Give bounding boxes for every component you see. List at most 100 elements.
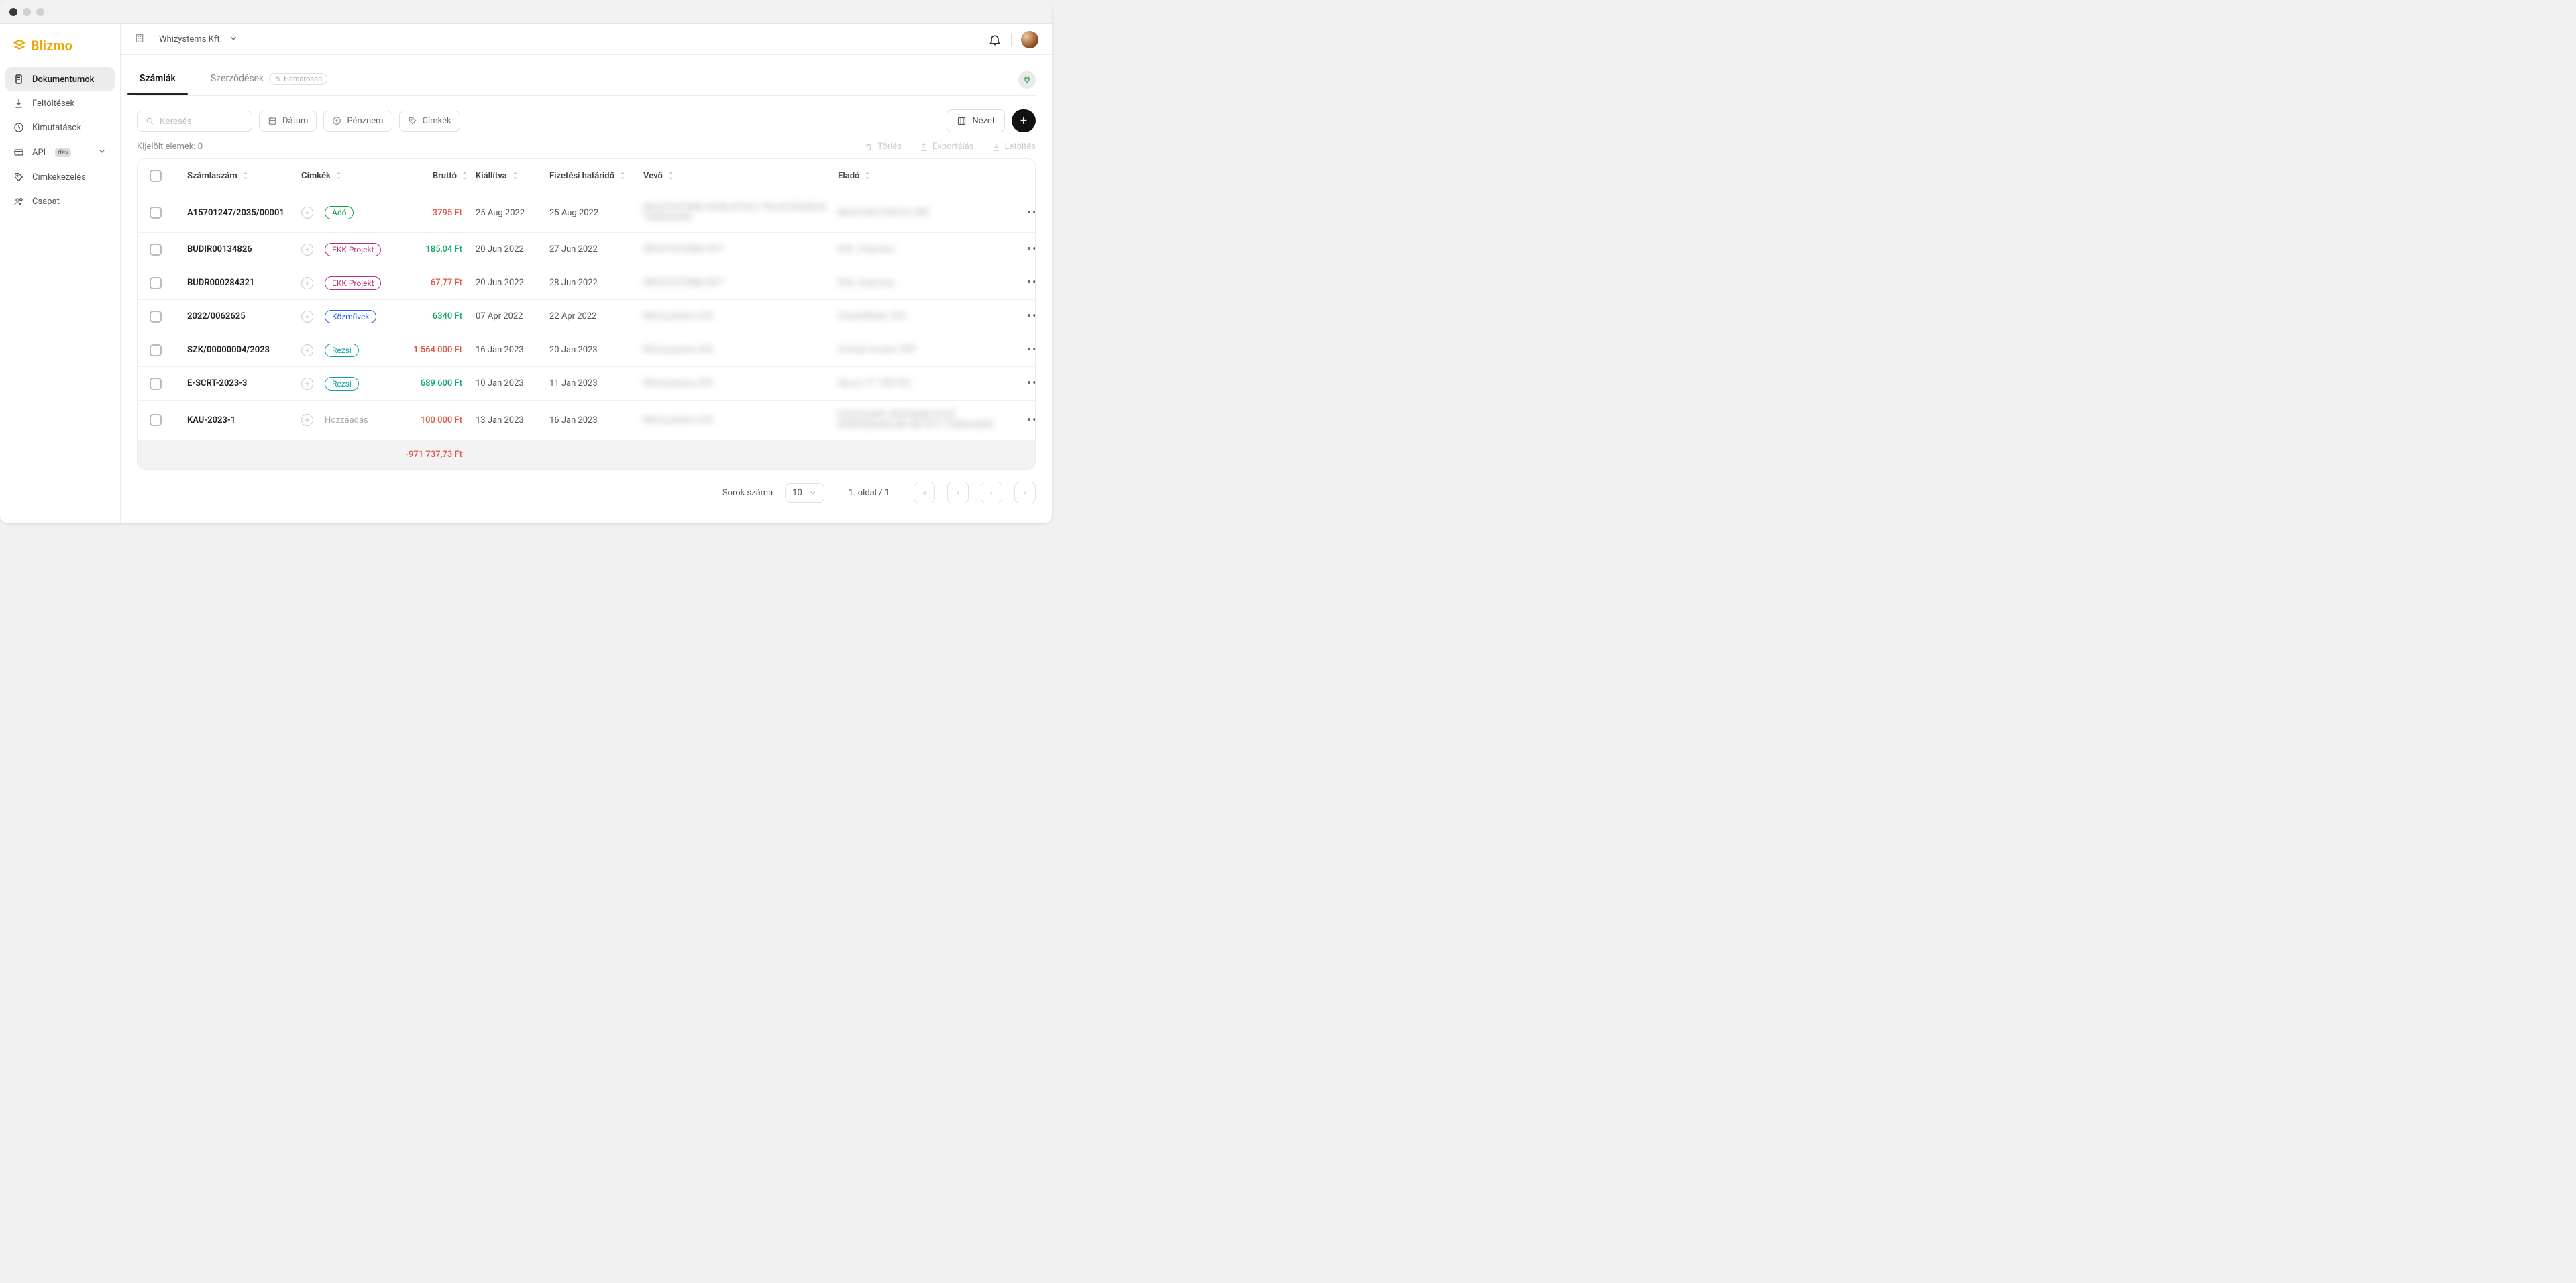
content: Számlák SzerződésekHamarosan Dátum	[121, 55, 1052, 523]
col-cimkek[interactable]: Címkék	[301, 171, 390, 181]
col-brutto[interactable]: Bruttó	[396, 171, 469, 181]
export-icon	[919, 142, 928, 152]
seller-name: DHL Express	[838, 278, 1012, 288]
sidebar-item-címkekezelés[interactable]: Címkekezelés	[5, 165, 115, 189]
row-menu-button[interactable]: •••	[1019, 376, 1036, 391]
tag-pill[interactable]: Rezsi	[325, 344, 359, 357]
add-label-button[interactable]: +	[301, 311, 313, 323]
tag-pill[interactable]: EKK Projekt	[325, 276, 381, 290]
row-checkbox[interactable]	[150, 207, 162, 219]
upload-icon	[13, 98, 24, 109]
tag-pill[interactable]: Közművek	[325, 310, 376, 323]
labels-cell: + Közművek	[301, 310, 390, 323]
col-vevo[interactable]: Vevő	[643, 171, 831, 181]
row-checkbox[interactable]	[150, 344, 162, 356]
labels-cell: + EKK Projekt	[301, 243, 390, 256]
sidebar-item-label: Dokumentumok	[32, 74, 94, 85]
tag-pill[interactable]: Rezsi	[325, 377, 359, 391]
sort-icon	[461, 172, 469, 180]
app-window: Blizmo Dokumentumok FeltöltésekKimutatáso…	[0, 0, 1052, 523]
export-action[interactable]: Exportálás	[919, 142, 974, 152]
row-checkbox[interactable]	[150, 378, 162, 390]
labels-cell: + Rezsi	[301, 377, 390, 391]
table-row[interactable]: 2022/0062625+Közművek6340 Ft07 Apr 20222…	[138, 300, 1035, 333]
page-next[interactable]: ›	[981, 482, 1002, 503]
due-date: 25 Aug 2022	[549, 208, 637, 218]
invoice-number: BUDR000284321	[187, 278, 294, 288]
tab-szerződések[interactable]: SzerződésekHamarosan	[208, 73, 330, 94]
gross-amount: 6340 Ft	[396, 311, 469, 321]
add-button[interactable]: +	[1012, 109, 1036, 132]
add-label-button[interactable]: +	[301, 344, 313, 356]
add-label-button[interactable]: +	[301, 244, 313, 256]
sidebar-item-api[interactable]: APIdev	[5, 140, 115, 165]
filter-labels[interactable]: Címkék	[399, 111, 460, 132]
user-avatar[interactable]	[1021, 31, 1038, 48]
download-action[interactable]: Letöltés	[991, 142, 1036, 152]
add-label-button[interactable]: +	[301, 414, 313, 426]
col-hatarido[interactable]: Fizetési határidő	[549, 171, 637, 181]
sidebar-item-dokumentumok[interactable]: Dokumentumok	[5, 67, 115, 91]
view-button[interactable]: Nézet	[947, 109, 1005, 132]
sidebar-item-kimutatások[interactable]: Kimutatások	[5, 115, 115, 140]
tag-pill[interactable]: EKK Projekt	[325, 243, 381, 256]
col-elado[interactable]: Eladó	[838, 171, 1012, 181]
row-menu-button[interactable]: •••	[1019, 206, 1036, 220]
chevron-down-icon	[809, 489, 817, 497]
add-label-button[interactable]: +	[301, 207, 313, 219]
row-menu-button[interactable]: •••	[1019, 309, 1036, 323]
invoice-number: SZK/00000004/2023	[187, 345, 294, 355]
table-row[interactable]: BUDIR00134826+EKK Projekt185,04 Ft20 Jun…	[138, 233, 1035, 266]
window-close-dot[interactable]	[9, 8, 17, 16]
add-label-button[interactable]: +	[301, 277, 313, 289]
bell-icon	[988, 33, 1002, 46]
sidebar-item-feltöltések[interactable]: Feltöltések	[5, 91, 115, 115]
search-input[interactable]	[160, 116, 244, 126]
row-menu-button[interactable]: •••	[1019, 242, 1036, 256]
window-min-dot[interactable]	[23, 8, 31, 16]
notifications-button[interactable]	[988, 33, 1002, 46]
row-checkbox[interactable]	[150, 277, 162, 289]
table-row[interactable]: A15701247/2035/00001+Adó3795 Ft25 Aug 20…	[138, 193, 1035, 233]
row-checkbox[interactable]	[150, 414, 162, 426]
filter-currency[interactable]: Pénznem	[323, 111, 392, 132]
page-last[interactable]: »	[1014, 482, 1036, 503]
buyer-name: Whizystems Kft.	[643, 378, 831, 389]
filter-date[interactable]: Dátum	[259, 111, 317, 132]
sidebar-item-csapat[interactable]: Csapat	[5, 189, 115, 213]
row-checkbox[interactable]	[150, 244, 162, 256]
gross-amount: 689 600 Ft	[396, 378, 469, 389]
sidebar-nav: Dokumentumok FeltöltésekKimutatásokAPIdev…	[5, 67, 115, 213]
page-prev[interactable]: ‹	[947, 482, 969, 503]
integration-status-button[interactable]	[1018, 71, 1036, 89]
table-row[interactable]: BUDR000284321+EKK Projekt67,77 Ft20 Jun …	[138, 266, 1035, 300]
app-body: Blizmo Dokumentumok FeltöltésekKimutatáso…	[0, 24, 1052, 523]
window-max-dot[interactable]	[36, 8, 44, 16]
issued-date: 13 Jan 2023	[476, 415, 543, 425]
page-first[interactable]: «	[914, 482, 935, 503]
company-switcher[interactable]: Whizystems Kft.	[134, 33, 238, 46]
tag-pill[interactable]: Adó	[325, 206, 354, 219]
table-row[interactable]: E-SCRT-2023-3+Rezsi689 600 Ft10 Jan 2023…	[138, 367, 1035, 401]
add-label-text[interactable]: Hozzáadás	[325, 415, 368, 425]
view-button-label: Nézet	[972, 116, 995, 126]
table-row[interactable]: KAU-2023-1+Hozzáadás100 000 Ft13 Jan 202…	[138, 401, 1035, 440]
row-checkbox[interactable]	[150, 311, 162, 323]
rows-per-page-select[interactable]: 10	[785, 483, 824, 503]
delete-action[interactable]: Törlés	[864, 142, 902, 152]
select-all-checkbox[interactable]	[150, 170, 162, 182]
row-menu-button[interactable]: •••	[1019, 413, 1036, 427]
row-menu-button[interactable]: •••	[1019, 276, 1036, 290]
labels-cell: + Hozzáadás	[301, 414, 390, 426]
search-input-wrapper[interactable]	[137, 111, 252, 132]
row-menu-button[interactable]: •••	[1019, 343, 1036, 357]
col-kiallitva[interactable]: Kiállítva	[476, 171, 543, 181]
tab-számlák[interactable]: Számlák	[137, 73, 178, 94]
brand-logo[interactable]: Blizmo	[5, 34, 115, 67]
col-szamlaszam[interactable]: Számlaszám	[187, 171, 294, 181]
add-label-button[interactable]: +	[301, 378, 313, 390]
document-icon	[13, 74, 24, 85]
labels-cell: + Rezsi	[301, 344, 390, 357]
due-date: 27 Jun 2022	[549, 244, 637, 254]
table-row[interactable]: SZK/00000004/2023+Rezsi1 564 000 Ft16 Ja…	[138, 333, 1035, 367]
